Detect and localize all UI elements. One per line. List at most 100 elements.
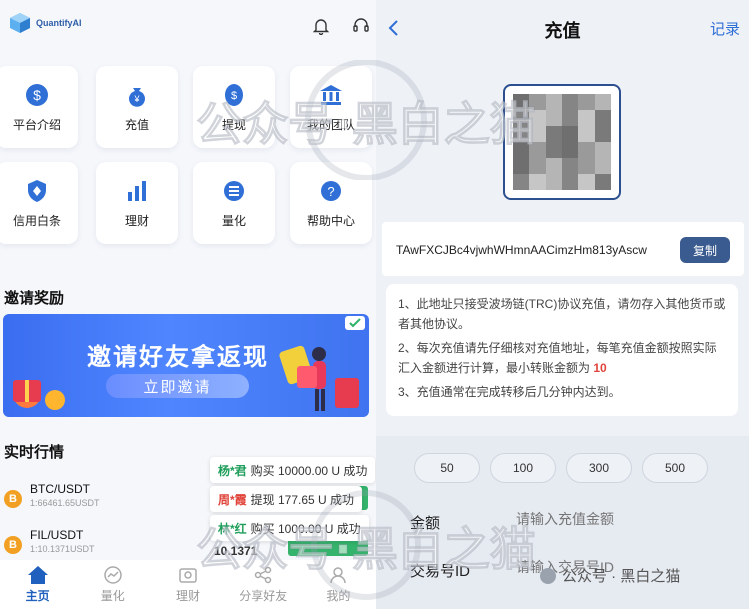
svg-text:$: $ xyxy=(33,87,41,103)
coin-icon: $ xyxy=(225,83,243,106)
records-link[interactable]: 记录 xyxy=(710,18,740,39)
min-amount: 10 xyxy=(593,361,607,375)
tab-quant[interactable]: 量化 xyxy=(75,560,150,609)
toast-user: 周*霞 xyxy=(218,492,247,507)
amount-chip[interactable]: 50 xyxy=(414,453,480,483)
tile-withdraw[interactable]: $ 提现 xyxy=(193,66,275,148)
qr-cell xyxy=(594,174,611,190)
qr-cell xyxy=(578,142,595,158)
qr-cell xyxy=(529,110,546,126)
bottom-tab-bar: 主页 量化 理财 分享好友 我的 xyxy=(0,560,376,609)
page-title: 充值 xyxy=(544,21,581,41)
tile-finance[interactable]: 理财 xyxy=(96,162,178,244)
screen: QuantifyAI $ 平台介绍 ¥ 充值 $ 提现 我的团队 信用白条 理财… xyxy=(0,0,749,609)
amount-chip[interactable]: 300 xyxy=(566,453,632,483)
tile-credit[interactable]: 信用白条 xyxy=(0,162,78,244)
qr-cell xyxy=(513,174,530,190)
tab-label: 分享好友 xyxy=(239,589,288,603)
tab-home[interactable]: 主页 xyxy=(0,560,75,609)
qr-pixels xyxy=(513,94,611,190)
tab-label: 主页 xyxy=(25,589,50,603)
activity-toast: 周*霞 提现 177.65 U 成功 xyxy=(210,486,363,512)
qr-cell xyxy=(578,126,595,142)
address-card: TAwFXCJBc4vjwhWHmnAACimzHm813yAscw 复制 xyxy=(382,222,744,276)
coin-stack-icon xyxy=(224,180,244,201)
tile-label: 充值 xyxy=(124,117,149,132)
tile-label: 信用白条 xyxy=(12,213,61,228)
market-volume: 1:10.1371USDT xyxy=(30,544,95,554)
qr-cell xyxy=(562,94,579,110)
dollar-globe-icon: $ xyxy=(26,83,48,106)
market-price: 10.1371 xyxy=(214,544,258,558)
toast-user: 林*红 xyxy=(218,521,247,536)
cube-logo-icon xyxy=(10,13,30,33)
deposit-qr-code xyxy=(503,84,621,200)
watermark-text: 公众号 · 黑白之猫 xyxy=(562,568,681,585)
qr-cell xyxy=(562,158,579,174)
market-pair: BTC/USDT xyxy=(30,482,90,496)
market-pair: FIL/USDT xyxy=(30,528,84,542)
market-title: 实时行情 xyxy=(4,444,65,461)
tile-platform-intro[interactable]: $ 平台介绍 xyxy=(0,66,78,148)
bank-icon xyxy=(320,84,342,105)
amount-chip[interactable]: 100 xyxy=(490,453,556,483)
recharge-notes: 1、此地址只接受波场链(TRC)协议充值，请勿存入其他货币或者其他协议。 2、每… xyxy=(386,284,738,416)
txid-label: 交易号ID xyxy=(410,563,471,580)
tile-help-center[interactable]: ? 帮助中心 xyxy=(290,162,372,244)
tile-recharge[interactable]: ¥ 充值 xyxy=(96,66,178,148)
copy-button[interactable]: 复制 xyxy=(680,237,730,263)
qr-cell xyxy=(529,94,546,110)
tile-label: 量化 xyxy=(221,213,246,228)
qr-cell xyxy=(513,94,530,110)
qr-cell xyxy=(545,174,562,190)
tile-label: 提现 xyxy=(221,117,246,132)
toast-text: 提现 177.65 U 成功 xyxy=(250,492,355,507)
tile-label: 平台介绍 xyxy=(12,117,61,132)
share-icon xyxy=(254,566,272,584)
recharge-header: 充值 记录 xyxy=(376,0,749,56)
qr-cell xyxy=(562,142,579,158)
wallet-icon xyxy=(179,568,197,583)
toast-text: 购买 10000.00 U 成功 xyxy=(250,463,368,478)
qr-cell xyxy=(545,110,562,126)
tile-label: 我的团队 xyxy=(306,117,355,132)
person-red-envelope-illustration-icon xyxy=(279,345,359,411)
headset-icon[interactable] xyxy=(351,15,371,37)
market-volume: 1:66461.65USDT xyxy=(30,498,100,508)
bitcoin-icon: B xyxy=(4,536,22,554)
home-topbar: QuantifyAI xyxy=(0,0,376,56)
help-icon: ? xyxy=(321,180,341,201)
tab-finance[interactable]: 理财 xyxy=(150,560,225,609)
svg-text:¥: ¥ xyxy=(133,94,140,104)
qr-cell xyxy=(562,110,579,126)
amount-input[interactable] xyxy=(516,511,716,527)
tile-label: 帮助中心 xyxy=(306,213,355,228)
amount-chip[interactable]: 500 xyxy=(642,453,708,483)
qr-cell xyxy=(594,110,611,126)
qr-cell xyxy=(529,126,546,142)
note-1: 1、此地址只接受波场链(TRC)协议充值，请勿存入其他货币或者其他协议。 xyxy=(398,297,726,331)
qr-cell xyxy=(578,174,595,190)
qr-cell xyxy=(594,142,611,158)
tab-label: 理财 xyxy=(176,589,201,603)
qr-cell xyxy=(562,174,579,190)
qr-cell xyxy=(594,126,611,142)
amount-label: 金额 xyxy=(410,515,441,532)
invite-banner[interactable]: 邀请好友拿返现 立即邀请 xyxy=(3,314,369,417)
tile-my-team[interactable]: 我的团队 xyxy=(290,66,372,148)
qr-cell xyxy=(529,158,546,174)
qr-cell xyxy=(562,126,579,142)
tab-mine[interactable]: 我的 xyxy=(301,560,376,609)
invite-now-button[interactable]: 立即邀请 xyxy=(106,374,249,398)
tile-quant[interactable]: 量化 xyxy=(193,162,275,244)
bell-icon[interactable] xyxy=(311,15,331,37)
qr-cell xyxy=(513,158,530,174)
amount-presets: 50 100 300 500 xyxy=(414,453,708,483)
qr-cell xyxy=(513,110,530,126)
qr-cell xyxy=(529,174,546,190)
tab-share[interactable]: 分享好友 xyxy=(226,560,301,609)
recharge-panel: 充值 记录 TAwFXCJBc4vjwhWHmnAACimzHm813yAscw… xyxy=(376,0,749,609)
qr-cell xyxy=(513,142,530,158)
toast-user: 杨*君 xyxy=(218,463,247,478)
home-icon xyxy=(27,566,48,584)
